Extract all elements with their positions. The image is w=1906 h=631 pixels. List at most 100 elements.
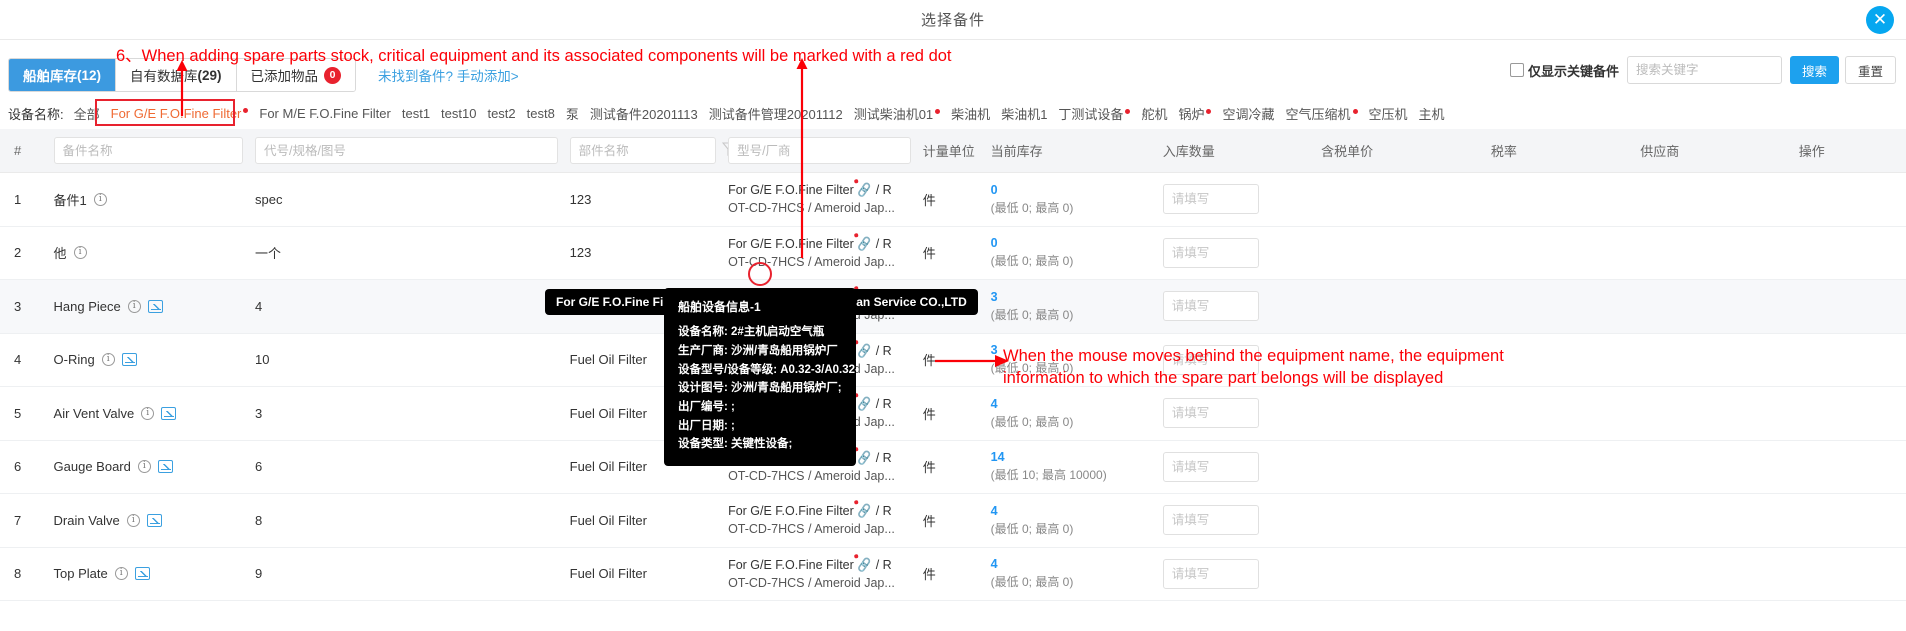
row-unit: 件 — [916, 226, 985, 281]
equipment-item-test-spare-20201113[interactable]: 测试备件20201113 — [590, 104, 698, 123]
equipment-item-air-conditioning[interactable]: 空调冷藏 — [1222, 104, 1274, 123]
search-button[interactable]: 搜索 — [1789, 56, 1839, 84]
reset-button[interactable]: 重置 — [1844, 56, 1896, 84]
equipment-item-main-engine[interactable]: 主机 — [1419, 104, 1445, 123]
link-icon[interactable]: 🔗 — [854, 500, 874, 522]
row-spare-name: Air Vent Valve — [53, 405, 135, 421]
spare-parts-table: # 计量单位 — [0, 129, 1906, 602]
row-unit: 件 — [916, 386, 985, 441]
table-row[interactable]: 4O-Ringi10Fuel Oil FilterFor G/E F.O.Fin… — [0, 333, 1906, 388]
equipment-item-boiler[interactable]: 锅炉 — [1178, 104, 1212, 123]
equipment-item-air-press[interactable]: 空压机 — [1369, 104, 1408, 123]
row-model-maker[interactable]: For G/E F.O.Fine Filter 🔗 / ROT-CD-7HCS … — [722, 226, 917, 281]
info-icon[interactable]: i — [114, 567, 128, 581]
image-icon[interactable] — [147, 299, 163, 313]
row-supplier — [1634, 440, 1793, 495]
info-icon[interactable]: i — [137, 460, 151, 474]
equipment-item-me-fo-fine-filter[interactable]: For M/E F.O.Fine Filter — [259, 106, 390, 121]
image-icon[interactable] — [161, 406, 177, 420]
equipment-item-label: 柴油机 — [951, 107, 991, 122]
tab-ship-inventory[interactable]: 船舶库存 (12) — [9, 59, 117, 91]
image-icon[interactable] — [134, 567, 150, 581]
in-qty-input[interactable] — [1162, 291, 1259, 322]
part-name-filter-input[interactable] — [569, 137, 717, 164]
info-icon[interactable]: i — [73, 246, 87, 260]
row-action — [1792, 440, 1906, 495]
equipment-item-label: For M/E F.O.Fine Filter — [259, 106, 391, 121]
row-action — [1792, 172, 1906, 227]
row-model-line1: For G/E F.O.Fine Filter 🔗 / R — [728, 553, 911, 575]
manual-add-link[interactable]: 未找到备件? 手动添加> — [378, 65, 519, 85]
search-input[interactable] — [1626, 56, 1782, 84]
equipment-item-air-compressor[interactable]: 空气压缩机 — [1285, 104, 1358, 123]
info-icon[interactable]: i — [141, 406, 155, 420]
tab-own-database[interactable]: 自有数据库 (29) — [116, 59, 237, 91]
link-icon[interactable]: 🔗 — [854, 339, 874, 361]
link-icon[interactable]: 🔗 — [854, 178, 874, 201]
row-model-maker[interactable]: For G/E F.O.Fine Filter 🔗 / ROT-CD-7HCS … — [722, 493, 917, 548]
link-icon[interactable]: 🔗 — [854, 553, 874, 575]
critical-dot-icon — [1352, 108, 1358, 114]
link-icon[interactable]: 🔗 — [854, 446, 874, 468]
row-model-maker[interactable]: For G/E F.O.Fine Filter 🔗 / ROT-CD-7HCS … — [722, 172, 917, 227]
table-row[interactable]: 5Air Vent Valvei3Fuel Oil FilterFor G/E … — [0, 386, 1906, 441]
equipment-item-diesel-1[interactable]: 柴油机1 — [1001, 104, 1047, 123]
equipment-item-test-spare-mgmt-20201112[interactable]: 测试备件管理20201112 — [709, 104, 843, 123]
equipment-item-test1[interactable]: test1 — [402, 106, 430, 121]
row-unit: 件 — [916, 493, 985, 548]
close-icon[interactable]: ✕ — [1866, 6, 1894, 34]
equipment-item-test-diesel-01[interactable]: 测试柴油机01 — [854, 104, 941, 123]
equipment-item-pump[interactable]: 泵 — [566, 104, 579, 123]
info-icon[interactable]: i — [127, 299, 141, 313]
equipment-item-ge-fo-fine-filter[interactable]: For G/E F.O.Fine Filter — [111, 106, 249, 121]
row-model-line2: OT-CD-7HCS / Ameroid Jap... — [728, 468, 895, 483]
row-spare-name: 备件1 — [53, 192, 87, 208]
in-qty-input[interactable] — [1162, 184, 1259, 215]
table-row[interactable]: 6Gauge Boardi6Fuel Oil FilterFor G/E F.O… — [0, 440, 1906, 495]
tab-own-database-count: (29) — [197, 67, 222, 83]
info-icon[interactable]: i — [93, 192, 107, 206]
table-row[interactable]: 7 Drain Valve i 8 Fuel Oil Filter For G/E F.O… — [0, 493, 1906, 548]
row-index: 8 — [0, 547, 48, 602]
row-current-stock: 3 (最低 0; 最高 0) — [984, 279, 1157, 334]
image-icon[interactable] — [146, 513, 162, 527]
tab-added-items[interactable]: 已添加物品 0 — [236, 59, 356, 91]
equipment-item-test2[interactable]: test2 — [487, 106, 515, 121]
row-action — [1792, 279, 1906, 334]
table-row[interactable]: 8 Top Plate i 9 Fuel Oil Filter For G/E F.O.F… — [0, 547, 1906, 602]
row-stock-value: 3 — [990, 343, 998, 358]
link-icon[interactable]: 🔗 — [854, 393, 874, 415]
spare-name-filter-input[interactable] — [53, 137, 243, 164]
equipment-item-steering-gear[interactable]: 舵机 — [1141, 104, 1167, 123]
equipment-item-diesel[interactable]: 柴油机 — [951, 104, 990, 123]
in-qty-input[interactable] — [1162, 398, 1259, 429]
key-spares-only-checkbox[interactable]: 仅显示关键备件 — [1509, 61, 1619, 80]
info-icon[interactable]: i — [101, 353, 115, 367]
equipment-item-test10[interactable]: test10 — [441, 106, 476, 121]
row-spare-name: 他 — [53, 246, 67, 262]
in-qty-input[interactable] — [1162, 344, 1259, 375]
table-row[interactable]: 2 他 i 一个 123 For G/E F.O.Fine Filter 🔗 / R OT-… — [0, 226, 1906, 281]
table-row[interactable]: 1 备件1 i spec 123 For G/E F.O.Fine Filter 🔗 / … — [0, 172, 1906, 227]
row-action — [1792, 386, 1906, 441]
info-icon[interactable]: i — [126, 513, 140, 527]
equipment-item-all[interactable]: 全部 — [74, 104, 100, 123]
equipment-item-test8[interactable]: test8 — [527, 106, 555, 121]
checkbox-box-icon[interactable] — [1509, 63, 1524, 77]
equipment-item-label: 空压机 — [1368, 107, 1408, 122]
in-qty-input[interactable] — [1162, 558, 1259, 589]
model-maker-filter-input[interactable] — [728, 137, 911, 164]
link-icon[interactable]: 🔗 — [854, 232, 874, 254]
equipment-item-ding-test-device[interactable]: 丁测试设备 — [1058, 104, 1131, 123]
in-qty-input[interactable] — [1162, 237, 1259, 268]
in-qty-input[interactable] — [1162, 451, 1259, 482]
row-code-spec: 10 — [248, 333, 564, 388]
key-spares-only-label: 仅显示关键备件 — [1527, 63, 1619, 79]
image-icon[interactable] — [121, 353, 137, 367]
image-icon[interactable] — [157, 460, 173, 474]
code-spec-filter-input[interactable] — [254, 137, 558, 164]
row-model-maker[interactable]: For G/E F.O.Fine Filter 🔗 / ROT-CD-7HCS … — [722, 547, 917, 602]
tab-ship-inventory-label: 船舶库存 — [23, 69, 77, 84]
in-qty-input[interactable] — [1162, 505, 1259, 536]
row-stock-range: (最低 0; 最高 0) — [990, 361, 1074, 376]
